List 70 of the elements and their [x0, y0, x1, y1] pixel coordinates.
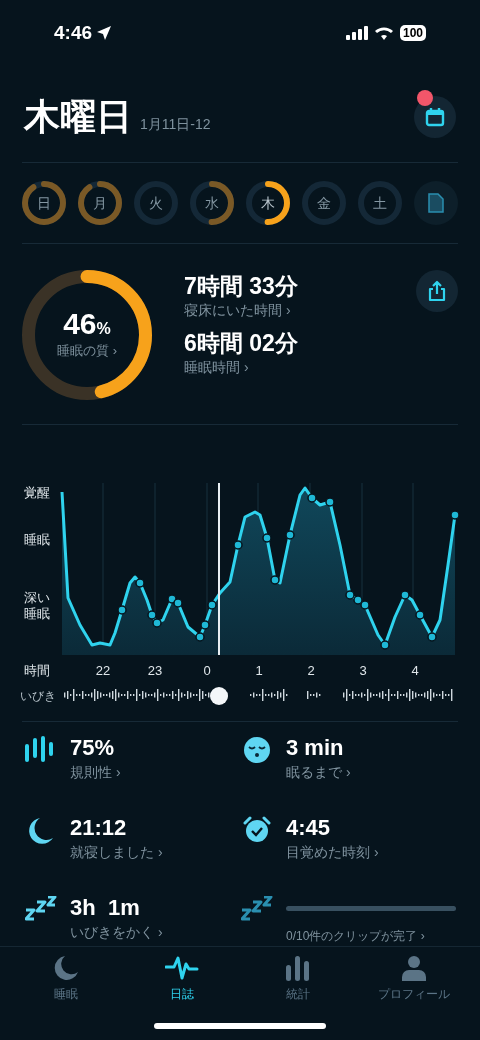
report-button[interactable] — [414, 181, 458, 225]
moon-icon — [53, 955, 79, 981]
day-ring[interactable]: 火 — [134, 181, 178, 225]
signal-icon — [345, 26, 368, 40]
day-ring[interactable]: 木 — [246, 181, 290, 225]
day-ring[interactable]: 水 — [190, 181, 234, 225]
day-progress-ring — [134, 181, 178, 225]
stat-link[interactable]: 就寝しました › — [70, 842, 240, 863]
stat-link[interactable]: いびきをかく › — [70, 922, 240, 943]
day-progress-ring — [190, 181, 234, 225]
time-tick: 0 — [202, 662, 212, 681]
page-title: 木曜日 — [24, 99, 132, 135]
document-icon — [428, 193, 444, 213]
stat-value: 4:45 — [286, 814, 332, 842]
snore-icon — [241, 896, 273, 924]
duration-link[interactable]: 睡眠時間 › — [184, 357, 416, 378]
quality-link[interactable]: 睡眠の質 › — [57, 341, 117, 361]
time-tick: 22 — [94, 662, 112, 681]
duration-link[interactable]: 寝床にいた時間 › — [184, 300, 416, 321]
wave-icon — [165, 955, 199, 981]
wifi-icon — [373, 26, 394, 40]
time-tick: 3 — [358, 662, 368, 681]
bar-chart-icon — [285, 955, 311, 981]
stat-link[interactable]: 眠るまで › — [286, 762, 456, 783]
share-button[interactable] — [416, 270, 458, 312]
day-ring[interactable]: 土 — [358, 181, 402, 225]
day-progress-ring — [78, 181, 122, 225]
calendar-button[interactable] — [414, 96, 456, 138]
stat-value: 3 min — [286, 734, 345, 762]
location-arrow-icon — [96, 25, 113, 41]
tab[interactable]: 統計 — [243, 955, 353, 1003]
tab[interactable]: プロフィール — [359, 955, 469, 1003]
stat-link[interactable]: 0/10件のクリップが完了 › — [286, 927, 456, 945]
axis-title: 時間 — [23, 662, 51, 681]
person-icon — [401, 955, 427, 981]
sleeping-face-icon — [243, 736, 271, 764]
stat-value: 3h 1m — [70, 894, 141, 922]
clock-time: 4:46 — [54, 20, 93, 45]
duration-value: 6時間 02分 — [184, 329, 299, 357]
stat-link[interactable]: 規則性 › — [70, 762, 240, 783]
snore-label: いびき — [19, 688, 57, 705]
time-tick: 2 — [306, 662, 316, 681]
day-progress-ring — [358, 181, 402, 225]
day-ring[interactable]: 日 — [22, 181, 66, 225]
snore-icon — [25, 896, 57, 924]
tab[interactable]: 睡眠 — [11, 955, 121, 1003]
share-icon — [427, 280, 447, 302]
stat-link[interactable]: 目覚めた時刻 › — [286, 842, 456, 863]
time-tick: 4 — [410, 662, 420, 681]
day-progress-ring — [302, 181, 346, 225]
battery-indicator: 100 — [399, 25, 426, 41]
axis-label: 深い睡眠 — [24, 590, 51, 622]
stat-value: 75% — [70, 734, 116, 762]
day-ring[interactable]: 金 — [302, 181, 346, 225]
calendar-icon — [425, 107, 445, 127]
day-progress-ring — [246, 181, 290, 225]
axis-label: 睡眠 — [24, 532, 51, 548]
axis-label: 覚醒 — [24, 485, 51, 501]
time-tick: 1 — [254, 662, 264, 681]
day-progress-ring — [22, 181, 66, 225]
quality-score: 46 — [63, 309, 97, 340]
moon-icon — [27, 816, 55, 846]
time-tick: 23 — [146, 662, 164, 681]
percent-sign: % — [96, 320, 111, 340]
duration-value: 7時間 33分 — [184, 272, 299, 300]
stat-value: 21:12 — [70, 814, 128, 842]
day-ring[interactable]: 月 — [78, 181, 122, 225]
date-range: 1月11日-12 — [140, 115, 211, 134]
alarm-clock-icon — [243, 816, 271, 844]
tab[interactable]: 日誌 — [127, 955, 237, 1003]
